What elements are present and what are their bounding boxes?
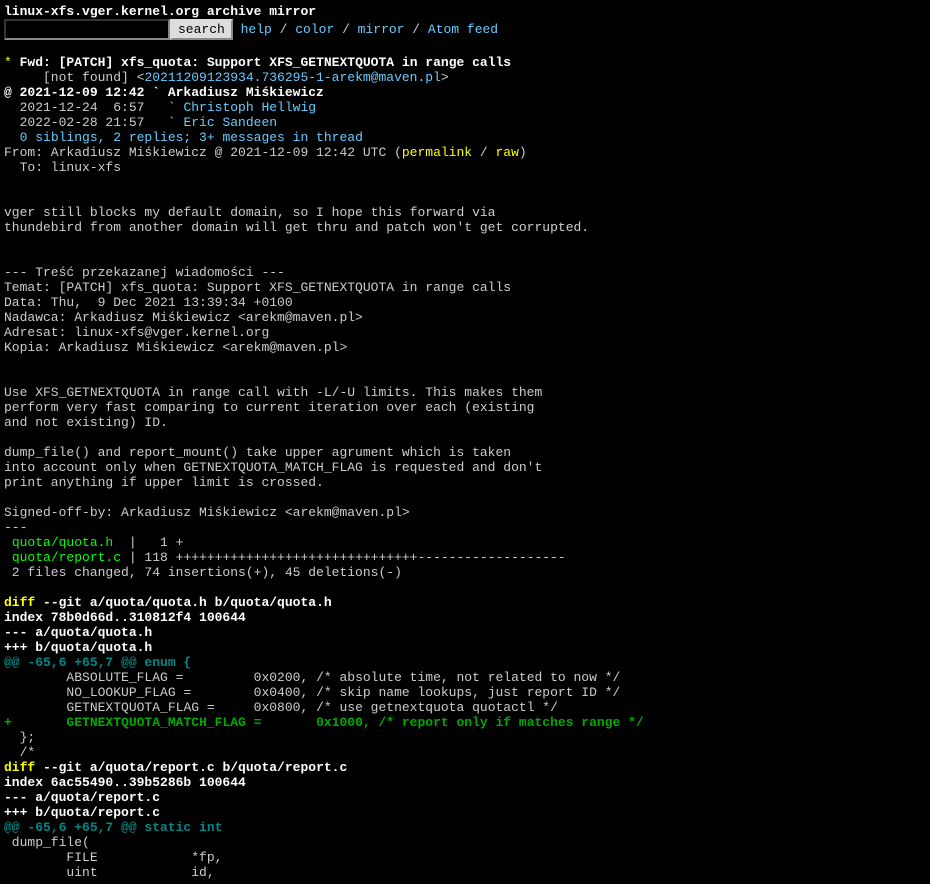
raw-link[interactable]: raw [496,145,519,160]
nav-color[interactable]: color [295,22,334,37]
added-line-1: + GETNEXTQUOTA_MATCH_FLAG = 0x1000, /* r… [4,715,644,730]
context-1: ABSOLUTE_FLAG = 0x0200, /* absolute time… [4,670,620,715]
to-line: To: linux-xfs [4,160,121,175]
hunk-2: @@ -65,6 +65,7 @@ static int [4,820,222,835]
context-2: }; /* [4,730,35,760]
thread-subject: Fwd: [PATCH] xfs_quota: Support XFS_GETN… [20,55,511,70]
msgid-link[interactable]: 20211209123934.736295-1-arekm@maven.pl [144,70,440,85]
siblings-link[interactable]: 0 siblings, 2 replies; 3+ messages in th… [20,130,363,145]
message-body-1: vger still blocks my default domain, so … [4,205,589,550]
search-input[interactable] [4,19,170,40]
file-link-1[interactable]: quota/quota.h [12,535,113,550]
diff-keyword-1: diff [4,595,35,610]
not-found-prefix: [not found] < [4,70,144,85]
context-3: dump_file( FILE *fp, uint id, [4,835,222,880]
permalink[interactable]: permalink [402,145,472,160]
diff-head-2: --git a/quota/report.c b/quota/report.c … [4,760,347,820]
reply-author-2[interactable]: Eric Sandeen [183,115,277,130]
hunk-1: @@ -65,6 +65,7 @@ enum { [4,655,191,670]
thread-star: * [4,55,12,70]
reply-author-1[interactable]: Christoph Hellwig [183,100,316,115]
thread-head: @ 2021-12-09 12:42 ` Arkadiusz Miśkiewic… [4,85,324,100]
search-button[interactable] [170,19,233,40]
diff-head-1: --git a/quota/quota.h b/quota/quota.h in… [4,595,332,655]
diff-keyword-2: diff [4,760,35,775]
file-link-2[interactable]: quota/report.c [12,550,121,565]
from-line-prefix: From: Arkadiusz Miśkiewicz @ 2021-12-09 … [4,145,402,160]
nav-atom[interactable]: Atom feed [428,22,498,37]
nav-help[interactable]: help [241,22,272,37]
page-title: linux-xfs.vger.kernel.org archive mirror [4,4,316,19]
search-form [4,22,233,37]
nav-mirror[interactable]: mirror [358,22,405,37]
